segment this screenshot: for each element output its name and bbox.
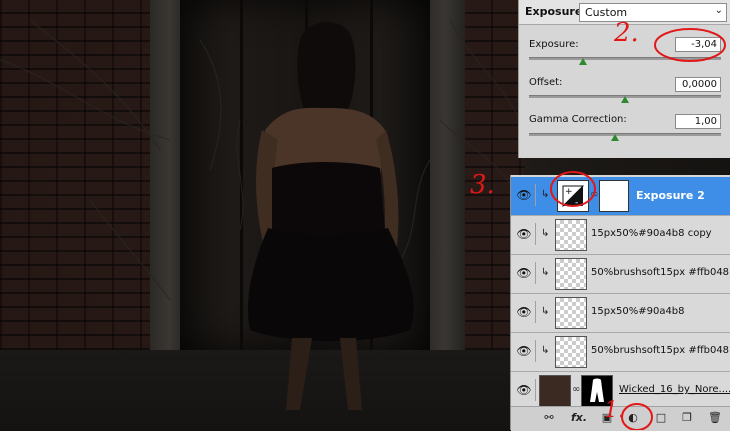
clip-arrow-icon: ↳ [541,267,550,278]
visibility-eye-icon[interactable]: 👁 [513,223,536,245]
gamma-input[interactable]: 1,00 [675,114,721,129]
layer-row[interactable]: 👁 ↳ 50%brushsoft15px #ffb048... [511,255,730,294]
chevron-down-icon: ⌄ [714,5,723,16]
layer-name: Exposure 2 [636,189,705,202]
layer-row[interactable]: 👁 ↳ 50%brushsoft15px #ffb048 [511,333,730,372]
offset-label: Offset: [529,77,563,88]
clip-arrow-icon: ↳ [541,189,550,200]
preset-dropdown[interactable]: Custom ⌄ [579,3,727,22]
layer-thumbnail [555,219,587,251]
svg-text:+: + [565,187,573,197]
svg-text:-: - [575,198,578,208]
image-thumbnail [539,375,571,407]
exposure-slider-thumb[interactable] [578,58,587,65]
layer-name: Wicked_16_by_Nore.... [619,384,730,395]
layer-name: 50%brushsoft15px #ffb048 [591,345,730,356]
visibility-eye-icon[interactable]: 👁 [513,379,536,401]
exposure-adjustment-icon: + - [557,180,589,212]
exposure-slider-track[interactable] [529,57,721,60]
layer-thumbnail [555,258,587,290]
layer-name: 50%brushsoft15px #ffb048... [591,267,730,278]
clip-arrow-icon: ↳ [541,228,550,239]
gamma-slider-thumb[interactable] [611,134,620,141]
adjustment-layer-icon[interactable]: ◐ [625,411,641,424]
annotation-three: 3. [470,170,495,200]
layer-exposure-2[interactable]: 👁 ↳ + - ∞ Exposure 2 [511,177,730,216]
clip-arrow-icon: ↳ [541,306,550,317]
visibility-eye-icon[interactable]: 👁 [513,262,536,284]
annotation-one: 1. [604,398,625,423]
layer-mask-thumbnail[interactable] [599,180,629,212]
gamma-label: Gamma Correction: [529,114,627,125]
panel-title: Exposure [525,5,583,18]
new-group-icon[interactable]: □ [653,411,669,424]
offset-input[interactable]: 0,0000 [675,77,721,92]
layer-thumbnail [555,336,587,368]
gamma-slider-track[interactable] [529,133,721,136]
clip-arrow-icon: ↳ [541,345,550,356]
offset-slider-thumb[interactable] [621,96,629,103]
layer-thumbnail [555,297,587,329]
layer-name: 15px50%#90a4b8 copy [591,228,712,239]
link-icon[interactable]: ⚯ [541,411,557,424]
layer-row[interactable]: 👁 ↳ 15px50%#90a4b8 copy [511,216,730,255]
exposure-input[interactable]: -3,04 [675,37,721,52]
link-icon[interactable]: ∞ [572,384,580,395]
annotation-two: 2. [614,18,639,48]
layers-panel: 👁 ↳ + - ∞ Exposure 2 👁 ↳ 15px50%#90a4b8 … [510,175,730,431]
new-layer-icon[interactable]: ❐ [679,411,695,424]
visibility-eye-icon[interactable]: 👁 [513,301,536,323]
trash-icon[interactable]: 🗑 [707,411,723,424]
visibility-eye-icon[interactable]: 👁 [513,340,536,362]
fx-icon[interactable]: fx. [571,411,587,424]
link-icon[interactable]: ∞ [590,189,598,200]
exposure-label: Exposure: [529,39,579,50]
visibility-eye-icon[interactable]: 👁 [513,184,536,206]
layer-row[interactable]: 👁 ↳ 15px50%#90a4b8 [511,294,730,333]
layer-name: 15px50%#90a4b8 [591,306,685,317]
